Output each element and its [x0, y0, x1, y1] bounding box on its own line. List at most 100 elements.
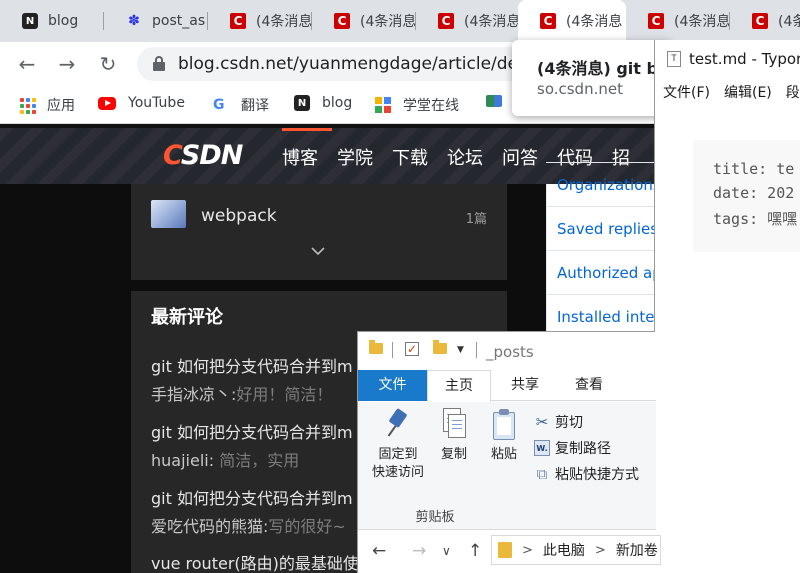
back-arrow-icon[interactable]: ←	[372, 541, 386, 561]
csdn-logo[interactable]: CSDN	[163, 140, 243, 171]
comment-article-link[interactable]: vue router(路由)的最基础使	[151, 550, 359, 573]
hover-card-title: (4条消息) git ba	[537, 59, 669, 78]
comment-user: 爱吃代码的熊猫:	[151, 517, 269, 536]
bookmark-map[interactable]	[486, 95, 514, 107]
cut-button[interactable]: ✂ 剪切	[534, 412, 583, 432]
front-matter-line: date: 202	[713, 184, 795, 202]
webpack-thumbnail	[151, 200, 186, 228]
front-matter-line: title: te	[713, 160, 795, 178]
nav-academy[interactable]: 学院	[337, 144, 373, 170]
file-explorer-window: ✓ ▼ _posts 文件 主页 共享 查看 固定到 快速访问 复制 粘贴 ✂ …	[357, 331, 661, 573]
sidebar-item-saved-replies[interactable]: Saved replies	[546, 206, 656, 250]
chevron-down-icon[interactable]	[309, 242, 327, 260]
tab-hover-card: (4条消息) git ba so.csdn.net	[512, 40, 672, 116]
menu-edit[interactable]: 编辑(E)	[724, 82, 772, 102]
toolbar-divider	[392, 342, 393, 358]
forward-arrow-icon[interactable]: →	[412, 541, 426, 561]
tab-label: post_as	[152, 13, 206, 29]
tab-csdn-2[interactable]: C (4条消息	[312, 0, 416, 42]
notion-n-icon: N	[294, 95, 310, 111]
tab-share[interactable]: 共享	[498, 370, 552, 401]
typora-window: T test.md - Typor 文件(F) 编辑(E) 段 title: t…	[654, 40, 800, 573]
window-title: _posts	[486, 343, 534, 361]
csdn-c-icon: C	[438, 13, 454, 29]
bookmark-apps[interactable]: 应用	[19, 95, 75, 115]
tab-label: (4条消息	[256, 14, 312, 30]
copy-path-button[interactable]: W. 复制路径	[534, 438, 611, 458]
sidebar-item-authorized-apps[interactable]: Authorized ap	[546, 250, 656, 294]
paste-clipboard-icon	[491, 408, 517, 440]
paste-label: 粘贴	[490, 447, 517, 462]
paste-shortcut-label: 粘贴快捷方式	[555, 467, 639, 483]
tab-label: (4条消息	[360, 14, 416, 30]
comment-article-link[interactable]: git 如何把分支代码合并到m	[151, 419, 353, 443]
front-matter-line: tags: 嘿嘿	[713, 210, 798, 228]
typora-app-icon: T	[667, 51, 681, 67]
address-navigation: ← → ∨ ↑ > 此电脑 > 新加卷	[358, 530, 661, 573]
tab-csdn-1[interactable]: C (4条消息	[208, 0, 312, 42]
comment-article-link[interactable]: git 如何把分支代码合并到m	[151, 353, 353, 377]
comment-user: huajieli:	[151, 451, 215, 470]
breadcrumb-this-pc[interactable]: 此电脑	[543, 540, 585, 560]
new-folder-icon[interactable]	[433, 340, 447, 354]
notion-n-icon: N	[22, 13, 38, 29]
url-text[interactable]: blog.csdn.net/yuanmengdage/article/de	[178, 54, 518, 74]
reload-icon[interactable]: ↻	[96, 52, 120, 76]
menu-paragraph[interactable]: 段	[786, 82, 800, 102]
nav-forum[interactable]: 论坛	[447, 144, 483, 170]
breadcrumb-volume[interactable]: 新加卷	[616, 540, 658, 560]
baidu-paw-icon: ✽	[128, 13, 140, 29]
bookmark-translate[interactable]: G 翻译	[213, 95, 269, 115]
breadcrumb-separator: >	[594, 542, 606, 558]
bookmark-xuetang[interactable]: 学堂在线	[375, 95, 459, 115]
bookmark-blog[interactable]: N blog	[294, 95, 352, 111]
pin-quick-access-button[interactable]: 固定到 快速访问	[364, 408, 432, 482]
up-arrow-icon[interactable]: ↑	[468, 541, 482, 561]
menu-file[interactable]: 文件(F)	[663, 82, 710, 102]
copy-path-icon: W.	[534, 440, 550, 456]
tab-home[interactable]: 主页	[427, 370, 491, 402]
comment-body: huajieli: 简洁，实用	[151, 447, 299, 471]
bookmark-label: blog	[322, 95, 353, 111]
csdn-c-icon: C	[334, 13, 350, 29]
tab-csdn-active[interactable]: C (4条消息	[518, 0, 626, 42]
tab-csdn-5[interactable]: C (4条消息	[626, 0, 730, 42]
paste-shortcut-button[interactable]: ⧉ 粘贴快捷方式	[534, 464, 639, 484]
tab-label: blog	[48, 13, 79, 29]
comments-title: 最新评论	[151, 307, 223, 328]
back-arrow-icon[interactable]: ←	[15, 52, 39, 76]
apps-grid-icon	[19, 97, 36, 114]
category-title[interactable]: webpack	[201, 206, 277, 226]
tab-file[interactable]: 文件	[358, 370, 427, 401]
customize-dropdown-icon[interactable]: ▼	[457, 345, 467, 355]
bookmark-label: 应用	[47, 98, 75, 114]
copy-button[interactable]: 复制	[434, 408, 474, 464]
active-nav-indicator	[282, 128, 332, 131]
paste-button[interactable]: 粘贴	[482, 408, 526, 464]
tab-label: (4条消息	[566, 14, 623, 30]
nav-blog[interactable]: 博客	[282, 144, 318, 170]
tab-blog[interactable]: N blog	[0, 0, 104, 42]
sidebar-item-organizations[interactable]: Organizations	[546, 162, 656, 206]
category-card: webpack 1篇	[131, 184, 507, 280]
nav-download[interactable]: 下载	[392, 144, 428, 170]
youtube-icon	[98, 96, 116, 110]
properties-check-icon[interactable]: ✓	[405, 342, 419, 356]
front-matter-block[interactable]: title: te date: 202 tags: 嘿嘿	[693, 140, 800, 252]
bookmark-youtube[interactable]: YouTube	[98, 95, 185, 111]
tab-post-as[interactable]: ✽ post_as	[104, 0, 208, 42]
csdn-c-icon: C	[648, 13, 664, 29]
nav-qa[interactable]: 问答	[502, 144, 538, 170]
ribbon-home-panel: 固定到 快速访问 复制 粘贴 ✂ 剪切 W. 复制路径 ⧉ 粘贴快捷方式 剪贴板	[358, 402, 656, 530]
cut-label: 剪切	[555, 415, 583, 431]
comment-text: 好用！简洁！	[236, 385, 333, 404]
csdn-c-icon: C	[540, 13, 556, 29]
forward-arrow-icon[interactable]: →	[55, 52, 79, 76]
tab-view[interactable]: 查看	[561, 370, 617, 401]
recent-locations-chevron-icon[interactable]: ∨	[442, 544, 451, 558]
tab-csdn-3[interactable]: C (4条消息	[416, 0, 520, 42]
tab-csdn-6[interactable]: C (4条	[730, 0, 800, 42]
breadcrumb[interactable]: > 此电脑 > 新加卷	[491, 535, 661, 565]
csdn-c-icon: C	[752, 13, 768, 29]
google-translate-icon: G	[213, 97, 225, 113]
